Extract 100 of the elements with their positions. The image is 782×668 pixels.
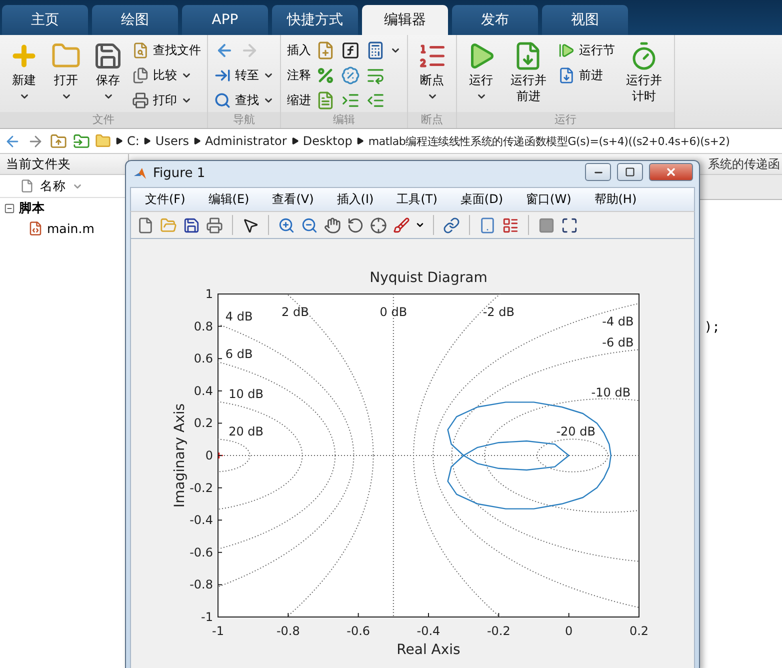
ribbon-tab[interactable]: APP [182, 5, 268, 35]
tick-label: -0.8 [276, 624, 300, 638]
app-logo-icon [133, 166, 147, 181]
rotate-button[interactable] [346, 216, 365, 235]
grid-label: 4 dB [225, 310, 253, 324]
zoom-in-button[interactable] [277, 216, 296, 235]
breadcrumb-arrow-icon [193, 137, 202, 145]
grid-label: 2 dB [282, 304, 309, 319]
ribbon-button[interactable]: 查找 [214, 89, 274, 112]
ribbon-button[interactable]: 新建 [6, 39, 42, 104]
grid-label: -4 dB [602, 314, 634, 328]
ribbon-button[interactable]: 比较 [132, 64, 201, 87]
ribbon-button[interactable]: 转至 [214, 64, 274, 87]
tick-label: 0 [205, 448, 213, 463]
menu-item[interactable]: 桌面(D) [452, 189, 512, 210]
breadcrumb[interactable]: matlab编程连续线性系统的传递函数模型G(s)=(s+4)((s2+0.4s+6)(s+2) [368, 134, 730, 148]
breadcrumb-arrow-icon [143, 137, 152, 145]
ribbon-button[interactable]: 运行 [463, 39, 499, 104]
tick-label: -0.4 [190, 513, 213, 528]
ribbon-tab[interactable]: 视图 [542, 5, 628, 35]
close-icon [665, 166, 677, 178]
breadcrumb[interactable]: Desktop [302, 134, 352, 148]
grid-label: 10 dB [228, 387, 264, 402]
step-forward-icon [558, 42, 575, 59]
tick-label: -1 [201, 610, 213, 624]
show-tools-button[interactable] [560, 216, 579, 235]
menu-item[interactable]: 工具(T) [388, 189, 446, 210]
breadcrumb[interactable]: C: [127, 134, 140, 148]
menu-item[interactable]: 窗口(W) [518, 189, 580, 210]
code-text: ); [704, 320, 721, 337]
tick-label: 0.8 [194, 319, 213, 334]
collapse-icon[interactable] [4, 202, 15, 214]
search-icon [214, 92, 231, 109]
ribbon-button[interactable]: 运行并前进 [505, 39, 552, 106]
ribbon-button[interactable]: 运行并计时 [620, 39, 668, 106]
file-download-icon [558, 67, 575, 84]
zoom-out-button[interactable] [300, 216, 319, 235]
maximize-button[interactable] [617, 163, 643, 181]
grid-label: -6 dB [602, 335, 634, 350]
tick-label: -0.2 [486, 624, 510, 638]
tick-label: -0.2 [190, 480, 213, 495]
group-label: 编辑 [281, 112, 407, 128]
tick-label: -0.4 [416, 624, 440, 638]
up-folder-button[interactable] [49, 132, 68, 150]
ribbon-button[interactable]: 运行节 [558, 39, 615, 62]
grid-label: -10 dB [591, 386, 631, 400]
ribbon-button[interactable]: 打开 [48, 39, 84, 104]
panel-title: 当前文件夹 [0, 154, 128, 175]
row-label: 插入 [287, 42, 311, 59]
legend-button[interactable] [501, 216, 520, 235]
pan-button[interactable] [323, 216, 342, 235]
menu-item[interactable]: 编辑(E) [200, 189, 258, 210]
breadcrumb[interactable]: Users [155, 134, 190, 148]
tick-label: 0.2 [629, 624, 649, 638]
tree-item[interactable]: 脚本 [0, 198, 128, 218]
printer-icon [132, 92, 149, 109]
close-button[interactable] [649, 163, 693, 181]
print-button[interactable] [205, 216, 224, 235]
file-column-icon [20, 179, 34, 193]
browse-folder-button[interactable] [72, 132, 91, 150]
tree-item[interactable]: main.m [0, 218, 128, 238]
column-header[interactable]: 名称 [40, 178, 66, 194]
tick-label: -1 [212, 624, 224, 638]
ribbon-button[interactable]: 保存 [90, 39, 126, 104]
tick-label: 0.4 [194, 384, 213, 398]
grid-label: -20 dB [556, 424, 596, 438]
ribbon-tab[interactable]: 快捷方式 [272, 5, 358, 35]
group-label: 运行 [457, 112, 674, 128]
ribbon-button[interactable]: 查找文件 [132, 39, 201, 62]
editor-tab-title[interactable]: 系统的传递函 [708, 156, 782, 172]
new-file-button[interactable] [136, 216, 155, 235]
menu-item[interactable]: 文件(F) [137, 189, 194, 210]
brush-button[interactable] [392, 216, 411, 235]
menu-item[interactable]: 查看(V) [264, 189, 322, 210]
colorbar-button[interactable] [478, 216, 497, 235]
menu-item[interactable]: 帮助(H) [586, 189, 645, 210]
ribbon-tab[interactable]: 绘图 [92, 5, 178, 35]
tick-label: 0.2 [194, 416, 213, 430]
function-button[interactable] [340, 40, 361, 61]
ribbon-button[interactable]: 打印 [132, 89, 201, 112]
ribbon-button[interactable]: 前进 [558, 64, 615, 87]
ribbon-tab[interactable]: 主页 [2, 5, 88, 35]
link-button[interactable] [442, 216, 461, 235]
grid-label: -2 dB [482, 304, 514, 319]
arrow-to-line-icon [214, 67, 231, 84]
y-axis-label: Imaginary Axis [172, 403, 188, 508]
minimize-button[interactable] [585, 163, 611, 181]
tick-label: -0.6 [346, 624, 370, 638]
data-cursor-button[interactable] [369, 216, 388, 235]
ribbon-button[interactable]: 断点 [414, 39, 450, 104]
menu-item[interactable]: 插入(I) [328, 189, 382, 210]
breadcrumb-arrow-icon [290, 137, 299, 145]
group-label: 导航 [208, 112, 280, 128]
ribbon-tab[interactable]: 编辑器 [362, 5, 448, 35]
chart-title: Nyquist Diagram [370, 270, 488, 286]
tick-label: 1 [205, 287, 213, 302]
save-button[interactable] [182, 216, 201, 235]
ribbon-tab[interactable]: 发布 [452, 5, 538, 35]
breadcrumb-arrow-icon [356, 137, 364, 145]
breadcrumb[interactable]: Administrator [205, 134, 287, 148]
